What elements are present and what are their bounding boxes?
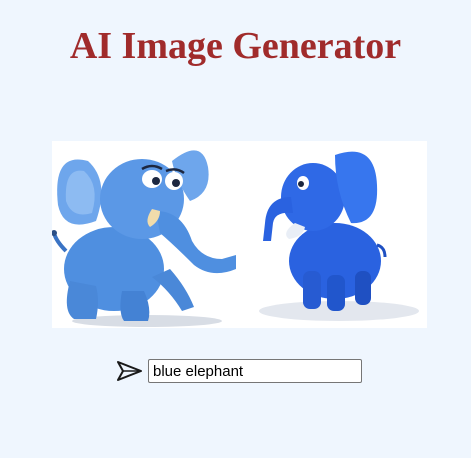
generated-image-2[interactable] [239, 141, 427, 328]
prompt-row [116, 359, 362, 383]
cartoon-elephant-image [259, 151, 419, 321]
page-title: AI Image Generator [69, 25, 402, 67]
send-icon[interactable] [116, 359, 143, 383]
prompt-input[interactable] [148, 359, 362, 383]
cartoon-elephant-image [52, 150, 236, 327]
generated-image-1[interactable] [52, 141, 239, 328]
image-gallery [52, 141, 427, 328]
